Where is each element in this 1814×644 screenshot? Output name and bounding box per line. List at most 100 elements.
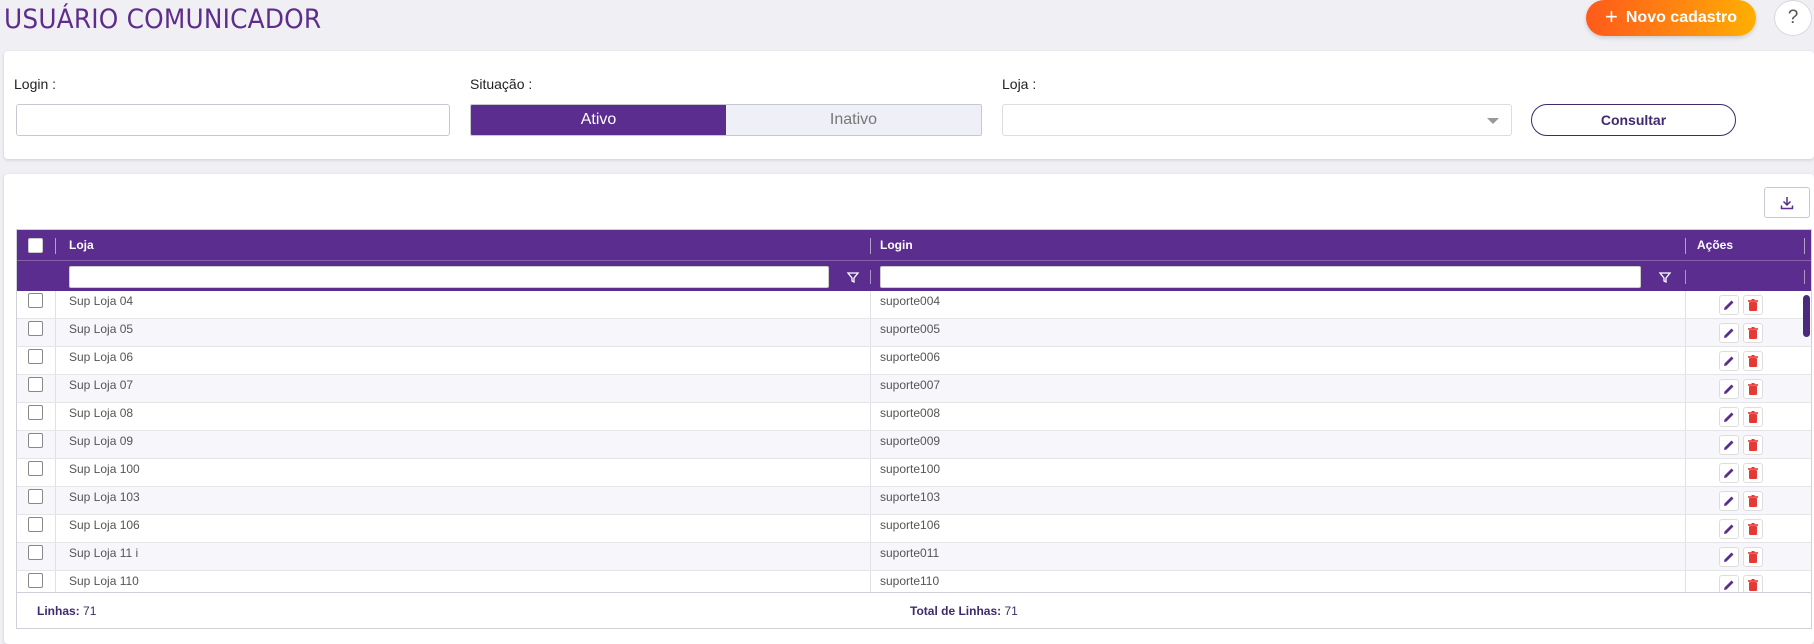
consultar-button[interactable]: Consultar: [1531, 104, 1736, 136]
table-row[interactable]: Sup Loja 110 suporte110: [17, 571, 1811, 593]
cell-login: suporte110: [880, 574, 940, 588]
pencil-icon: [1724, 524, 1734, 534]
edit-button[interactable]: [1719, 435, 1739, 455]
filter-icon[interactable]: [1658, 270, 1672, 284]
pencil-icon: [1724, 356, 1734, 366]
row-checkbox[interactable]: [28, 461, 43, 476]
table-row[interactable]: Sup Loja 05 suporte005: [17, 319, 1811, 347]
delete-button[interactable]: [1743, 463, 1763, 483]
edit-button[interactable]: [1719, 351, 1739, 371]
delete-button[interactable]: [1743, 407, 1763, 427]
edit-button[interactable]: [1719, 379, 1739, 399]
delete-button[interactable]: [1743, 351, 1763, 371]
edit-button[interactable]: [1719, 519, 1739, 539]
edit-button[interactable]: [1719, 323, 1739, 343]
edit-button[interactable]: [1719, 491, 1739, 511]
pencil-icon: [1724, 552, 1734, 562]
cell-login: suporte106: [880, 518, 941, 532]
situacao-inativo-option[interactable]: Inativo: [726, 105, 981, 135]
delete-button[interactable]: [1743, 323, 1763, 343]
trash-icon: [1748, 467, 1758, 479]
grid-footer: Linhas: 71 Total de Linhas: 71: [17, 592, 1811, 628]
pencil-icon: [1724, 300, 1734, 310]
table-row[interactable]: Sup Loja 106 suporte106: [17, 515, 1811, 543]
table-row[interactable]: Sup Loja 06 suporte006: [17, 347, 1811, 375]
row-checkbox[interactable]: [28, 321, 43, 336]
edit-button[interactable]: [1719, 575, 1739, 593]
edit-button[interactable]: [1719, 463, 1739, 483]
pencil-icon: [1724, 328, 1734, 338]
pencil-icon: [1724, 440, 1734, 450]
table-row[interactable]: Sup Loja 100 suporte100: [17, 459, 1811, 487]
row-checkbox[interactable]: [28, 517, 43, 532]
delete-button[interactable]: [1743, 575, 1763, 593]
help-button[interactable]: ?: [1774, 0, 1812, 36]
vertical-scrollbar[interactable]: [1803, 295, 1810, 337]
pencil-icon: [1724, 580, 1734, 590]
trash-icon: [1748, 383, 1758, 395]
trash-icon: [1748, 439, 1758, 451]
trash-icon: [1748, 551, 1758, 563]
login-input[interactable]: [16, 104, 450, 136]
cell-loja: Sup Loja 110: [69, 574, 139, 588]
cell-loja: Sup Loja 05: [69, 322, 134, 336]
delete-button[interactable]: [1743, 379, 1763, 399]
row-checkbox[interactable]: [28, 573, 43, 588]
delete-button[interactable]: [1743, 491, 1763, 511]
edit-button[interactable]: [1719, 407, 1739, 427]
plus-icon: +: [1605, 4, 1618, 29]
loja-filter-input[interactable]: [69, 266, 829, 288]
export-button[interactable]: [1764, 187, 1810, 218]
row-checkbox[interactable]: [28, 349, 43, 364]
data-grid: Loja Login Ações Sup Loja 04 suporte004 S: [16, 229, 1812, 629]
column-header-login[interactable]: Login: [880, 230, 913, 260]
row-count: Linhas: 71: [37, 604, 97, 618]
table-row[interactable]: Sup Loja 08 suporte008: [17, 403, 1811, 431]
cell-login: suporte011: [880, 546, 940, 560]
cell-loja: Sup Loja 09: [69, 434, 134, 448]
trash-icon: [1748, 299, 1758, 311]
situacao-ativo-option[interactable]: Ativo: [471, 105, 726, 135]
login-filter-input[interactable]: [880, 266, 1641, 288]
grid-header: Loja Login Ações: [17, 230, 1811, 291]
pencil-icon: [1724, 384, 1734, 394]
page-title: USUÁRIO COMUNICADOR: [4, 4, 322, 35]
cell-loja: Sup Loja 106: [69, 518, 140, 532]
cell-loja: Sup Loja 08: [69, 406, 134, 420]
trash-icon: [1748, 327, 1758, 339]
delete-button[interactable]: [1743, 519, 1763, 539]
trash-icon: [1748, 355, 1758, 367]
delete-button[interactable]: [1743, 295, 1763, 315]
table-row[interactable]: Sup Loja 103 suporte103: [17, 487, 1811, 515]
delete-button[interactable]: [1743, 435, 1763, 455]
select-all-checkbox[interactable]: [28, 238, 43, 253]
trash-icon: [1748, 579, 1758, 591]
row-checkbox[interactable]: [28, 433, 43, 448]
row-checkbox[interactable]: [28, 293, 43, 308]
filter-row: [17, 260, 1811, 291]
cell-loja: Sup Loja 103: [69, 490, 140, 504]
edit-button[interactable]: [1719, 547, 1739, 567]
cell-login: suporte100: [880, 462, 941, 476]
pencil-icon: [1724, 496, 1734, 506]
column-header-loja[interactable]: Loja: [69, 230, 94, 260]
new-record-button[interactable]: + Novo cadastro: [1586, 0, 1756, 36]
delete-button[interactable]: [1743, 547, 1763, 567]
filter-icon[interactable]: [846, 270, 860, 284]
trash-icon: [1748, 495, 1758, 507]
table-row[interactable]: Sup Loja 09 suporte009: [17, 431, 1811, 459]
cell-login: suporte103: [880, 490, 941, 504]
grid-body: Sup Loja 04 suporte004 Sup Loja 05 suporte0…: [17, 291, 1811, 593]
row-checkbox[interactable]: [28, 545, 43, 560]
cell-loja: Sup Loja 11 i: [69, 546, 139, 560]
loja-select[interactable]: [1002, 104, 1512, 136]
row-checkbox[interactable]: [28, 489, 43, 504]
table-row[interactable]: Sup Loja 11 i suporte011: [17, 543, 1811, 571]
loja-label: Loja :: [1002, 76, 1037, 92]
row-checkbox[interactable]: [28, 377, 43, 392]
edit-button[interactable]: [1719, 295, 1739, 315]
table-row[interactable]: Sup Loja 04 suporte004: [17, 291, 1811, 319]
situacao-label: Situação :: [470, 76, 533, 92]
table-row[interactable]: Sup Loja 07 suporte007: [17, 375, 1811, 403]
row-checkbox[interactable]: [28, 405, 43, 420]
